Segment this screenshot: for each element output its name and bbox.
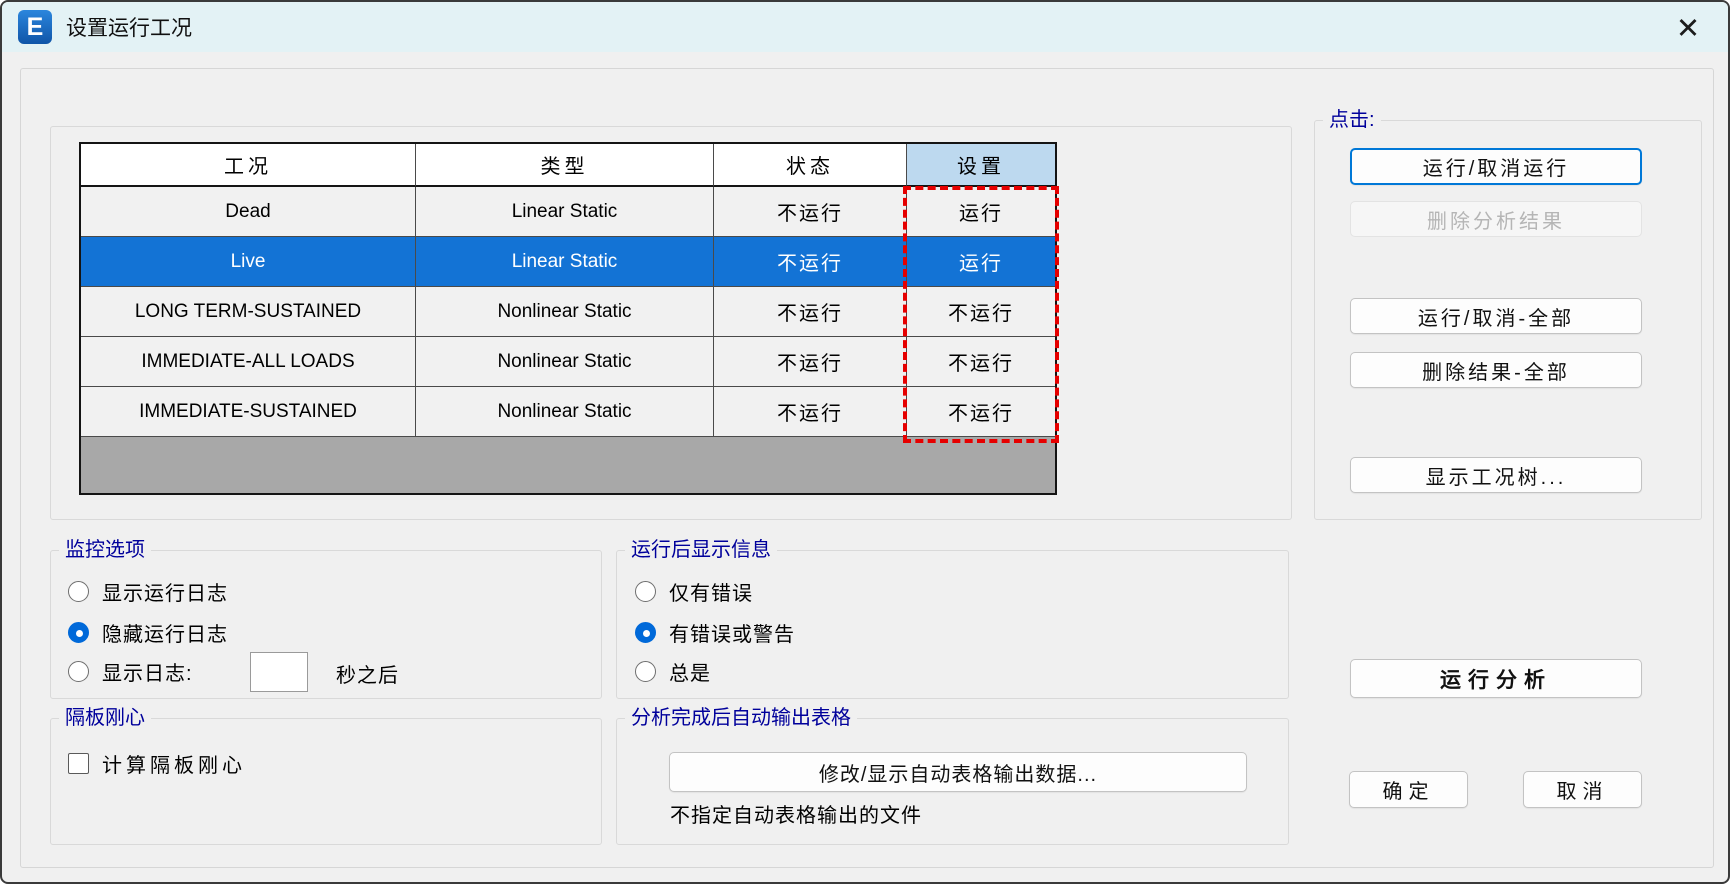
cell-status: 不运行	[714, 387, 907, 437]
delete-results-all-button[interactable]: 删除结果-全部	[1350, 352, 1642, 388]
col-header-case: 工况	[81, 144, 416, 187]
modify-show-auto-table-output-button[interactable]: 修改/显示自动表格输出数据...	[669, 752, 1247, 792]
radio-always[interactable]: 总是	[635, 658, 711, 684]
radio-icon-checked	[635, 622, 656, 643]
table-row-immediate-sustained[interactable]: IMMEDIATE-SUSTAINED Nonlinear Static 不运行…	[81, 387, 1055, 437]
set-load-cases-dialog: E 设置运行工况 ✕ 工况 类型 状态 设置 Dead Linear Stati…	[0, 0, 1730, 884]
radio-label: 总是	[669, 657, 711, 686]
after-run-message-title: 运行后显示信息	[625, 537, 777, 563]
radio-errors-or-warnings[interactable]: 有错误或警告	[635, 619, 795, 645]
auto-table-output-note: 不指定自动表格输出的文件	[670, 799, 922, 828]
radio-icon	[635, 661, 656, 682]
cell-case: IMMEDIATE-ALL LOADS	[81, 337, 416, 387]
radio-label: 有错误或警告	[669, 618, 795, 647]
cell-case: Live	[81, 237, 416, 287]
col-header-type: 类型	[416, 144, 714, 187]
checkbox-icon	[68, 753, 89, 774]
cell-set-action[interactable]: 运行	[907, 187, 1055, 237]
radio-icon-checked	[68, 622, 89, 643]
load-case-table: 工况 类型 状态 设置 Dead Linear Static 不运行 运行 Li…	[79, 142, 1057, 495]
etabs-app-icon: E	[18, 10, 52, 44]
run-analysis-button[interactable]: 运行分析	[1350, 659, 1642, 698]
radio-show-run-log[interactable]: 显示运行日志	[68, 578, 228, 604]
radio-label: 显示运行日志	[102, 577, 228, 606]
table-row-dead[interactable]: Dead Linear Static 不运行 运行	[81, 187, 1055, 237]
run-cancel-run-button[interactable]: 运行/取消运行	[1350, 148, 1642, 185]
titlebar: E 设置运行工况 ✕	[2, 2, 1728, 52]
cell-status: 不运行	[714, 237, 907, 287]
table-row-long-term-sustained[interactable]: LONG TERM-SUSTAINED Nonlinear Static 不运行…	[81, 287, 1055, 337]
col-header-set: 设置	[907, 144, 1055, 187]
table-row-live[interactable]: Live Linear Static 不运行 运行	[81, 237, 1055, 287]
cell-type: Linear Static	[416, 237, 714, 287]
cell-type: Nonlinear Static	[416, 387, 714, 437]
cell-set-action[interactable]: 不运行	[907, 287, 1055, 337]
cell-set-action[interactable]: 运行	[907, 237, 1055, 287]
seconds-suffix-label: 秒之后	[336, 659, 399, 688]
radio-icon	[635, 581, 656, 602]
window-title: 设置运行工况	[66, 12, 192, 42]
cell-set-action[interactable]: 不运行	[907, 337, 1055, 387]
radio-label: 隐藏运行日志	[102, 618, 228, 647]
radio-hide-run-log[interactable]: 隐藏运行日志	[68, 619, 228, 645]
col-header-status: 状态	[714, 144, 907, 187]
radio-icon	[68, 581, 89, 602]
table-empty-area	[81, 437, 1055, 493]
cell-set-action[interactable]: 不运行	[907, 387, 1055, 437]
diaphragm-center-title: 隔板刚心	[59, 705, 151, 731]
checkbox-label: 计算隔板刚心	[102, 749, 246, 778]
radio-icon	[68, 661, 89, 682]
cell-status: 不运行	[714, 187, 907, 237]
monitor-options-title: 监控选项	[59, 537, 151, 563]
cell-status: 不运行	[714, 337, 907, 387]
cell-type: Nonlinear Static	[416, 287, 714, 337]
log-seconds-input[interactable]	[250, 652, 308, 692]
cell-type: Nonlinear Static	[416, 337, 714, 387]
ok-button[interactable]: 确定	[1349, 771, 1468, 808]
cell-case: Dead	[81, 187, 416, 237]
radio-label: 显示日志:	[102, 657, 193, 686]
cell-type: Linear Static	[416, 187, 714, 237]
table-header-row: 工况 类型 状态 设置	[81, 144, 1055, 187]
close-icon[interactable]: ✕	[1670, 10, 1706, 46]
cancel-button[interactable]: 取消	[1523, 771, 1642, 808]
radio-show-log-after[interactable]: 显示日志:	[68, 658, 193, 684]
cell-case: LONG TERM-SUSTAINED	[81, 287, 416, 337]
click-group-title: 点击:	[1323, 107, 1381, 133]
cell-case: IMMEDIATE-SUSTAINED	[81, 387, 416, 437]
auto-table-output-title: 分析完成后自动输出表格	[625, 705, 857, 731]
radio-only-errors[interactable]: 仅有错误	[635, 578, 753, 604]
radio-label: 仅有错误	[669, 577, 753, 606]
table-row-immediate-all-loads[interactable]: IMMEDIATE-ALL LOADS Nonlinear Static 不运行…	[81, 337, 1055, 387]
show-load-case-tree-button[interactable]: 显示工况树...	[1350, 457, 1642, 493]
calc-diaphragm-center-checkbox[interactable]: 计算隔板刚心	[68, 750, 246, 776]
delete-analysis-results-button: 删除分析结果	[1350, 201, 1642, 237]
diaphragm-center-groupbox: 隔板刚心	[50, 718, 602, 845]
cell-status: 不运行	[714, 287, 907, 337]
run-cancel-all-button[interactable]: 运行/取消-全部	[1350, 298, 1642, 334]
